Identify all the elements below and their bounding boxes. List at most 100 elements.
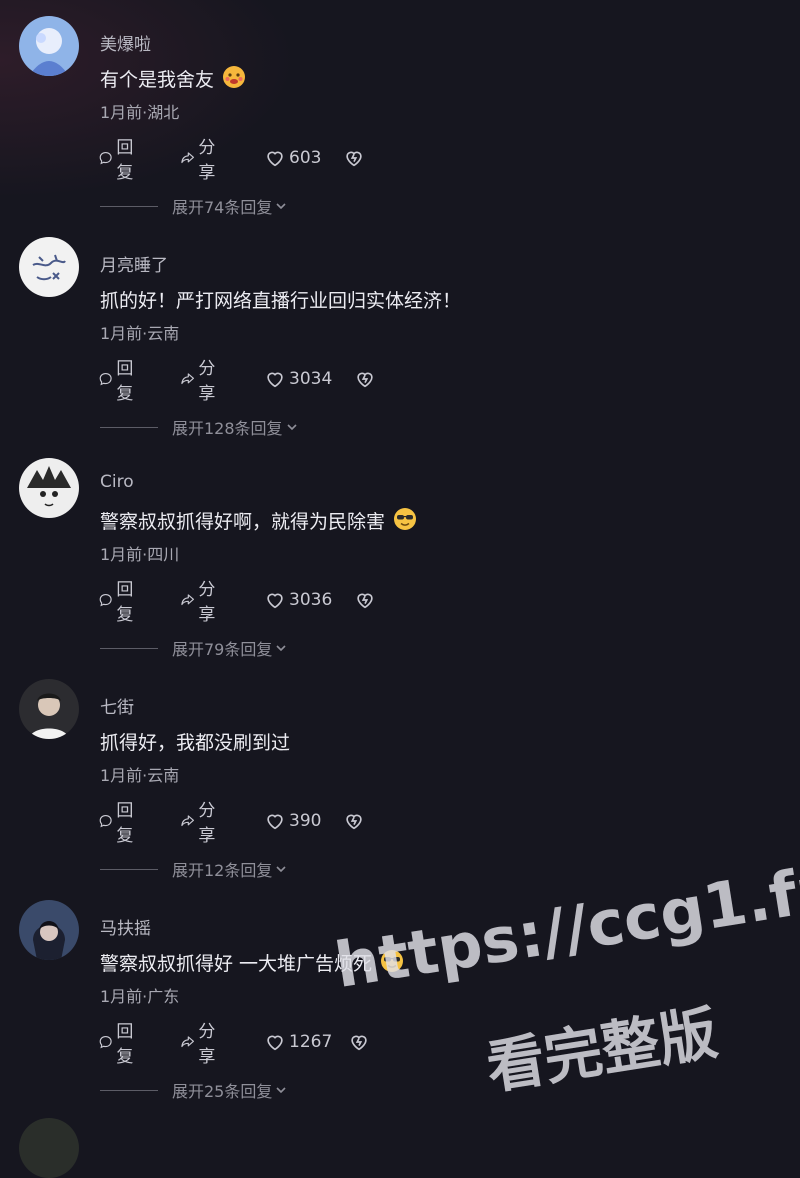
chevron-down-icon bbox=[276, 203, 286, 210]
expand-replies-label: 展开25条回复 bbox=[172, 1082, 273, 1101]
chevron-down-icon bbox=[276, 1087, 286, 1094]
like-count: 390 bbox=[289, 811, 322, 831]
heart-icon bbox=[267, 593, 283, 609]
heart-icon bbox=[267, 814, 283, 830]
avatar[interactable] bbox=[19, 458, 79, 518]
expand-replies-button[interactable]: 展开128条回复 bbox=[100, 415, 299, 439]
share-label: 分享 bbox=[198, 359, 216, 404]
expand-replies-label: 展开12条回复 bbox=[172, 861, 273, 880]
comment-meta: 1月前·广东 bbox=[100, 987, 180, 1006]
broken-heart-icon bbox=[346, 814, 362, 830]
share-arrow-icon bbox=[181, 373, 194, 385]
reply-label: 回复 bbox=[116, 580, 134, 625]
chevron-down-icon bbox=[276, 866, 286, 873]
comment-meta: 1月前·湖北 bbox=[100, 103, 180, 122]
share-arrow-icon bbox=[181, 815, 194, 827]
divider-line bbox=[100, 205, 158, 207]
like-count: 1267 bbox=[289, 1032, 333, 1052]
like-count: 603 bbox=[289, 148, 322, 168]
comment-item: 月亮睡了 抓的好！严打网络直播行业回归实体经济！ 1月前·云南 回复 分享 30… bbox=[0, 221, 800, 442]
avatar[interactable] bbox=[19, 679, 79, 739]
reply-label: 回复 bbox=[116, 1022, 134, 1067]
reply-button[interactable]: 回复 bbox=[98, 580, 140, 625]
reply-button[interactable]: 回复 bbox=[98, 1022, 140, 1067]
username[interactable]: 美爆啦 bbox=[100, 30, 151, 55]
like-count: 3036 bbox=[289, 590, 333, 610]
expand-replies-button[interactable]: 展开74条回复 bbox=[100, 194, 288, 218]
divider-line bbox=[100, 426, 158, 428]
share-label: 分享 bbox=[198, 1022, 216, 1067]
like-button[interactable]: 3036 bbox=[264, 588, 332, 612]
share-button[interactable]: 分享 bbox=[180, 801, 222, 846]
dislike-button[interactable] bbox=[343, 809, 368, 833]
expand-replies-button[interactable]: 展开79条回复 bbox=[100, 636, 288, 660]
reply-label: 回复 bbox=[116, 801, 134, 846]
comment-text: 警察叔叔抓得好啊，就得为民除害 bbox=[100, 507, 417, 536]
heart-icon bbox=[267, 372, 283, 388]
expand-replies-button[interactable]: 展开25条回复 bbox=[100, 1078, 288, 1102]
reply-label: 回复 bbox=[116, 138, 134, 183]
share-button[interactable]: 分享 bbox=[180, 138, 222, 183]
comment-item: 美爆啦 有个是我舍友 1月前·湖北 回复 分享 603 展开74条回复 bbox=[0, 0, 800, 221]
reply-button[interactable]: 回复 bbox=[98, 801, 140, 846]
like-button[interactable]: 3034 bbox=[264, 367, 332, 391]
divider-line bbox=[100, 868, 158, 870]
share-arrow-icon bbox=[181, 1036, 194, 1048]
share-arrow-icon bbox=[181, 152, 194, 164]
comment-text-content: 警察叔叔抓得好 一大堆广告烦死 bbox=[100, 953, 373, 975]
expand-replies-label: 展开74条回复 bbox=[172, 198, 273, 217]
sunglasses-emoji bbox=[393, 507, 417, 536]
reply-label: 回复 bbox=[116, 359, 134, 404]
comment-item: 马扶摇 警察叔叔抓得好 一大堆广告烦死 1月前·广东 回复 分享 1267 展开… bbox=[0, 884, 800, 1105]
sunglasses-emoji bbox=[380, 949, 404, 978]
avatar[interactable] bbox=[19, 237, 79, 297]
share-label: 分享 bbox=[198, 138, 216, 183]
broken-heart-icon bbox=[357, 372, 373, 388]
comment-text: 抓得好，我都没刷到过 bbox=[100, 728, 290, 755]
dislike-button[interactable] bbox=[354, 367, 379, 391]
comment-text: 有个是我舍友 bbox=[100, 65, 246, 94]
username[interactable]: 马扶摇 bbox=[100, 914, 151, 939]
share-button[interactable]: 分享 bbox=[180, 580, 222, 625]
chevron-down-icon bbox=[286, 424, 297, 431]
share-button[interactable]: 分享 bbox=[180, 359, 222, 404]
comment-item: Ciro 警察叔叔抓得好啊，就得为民除害 1月前·四川 回复 分享 3036 展… bbox=[0, 442, 800, 663]
reply-button[interactable]: 回复 bbox=[98, 138, 140, 183]
like-button[interactable]: 603 bbox=[264, 146, 321, 170]
expand-replies-button[interactable]: 展开12条回复 bbox=[100, 857, 288, 881]
broken-heart-icon bbox=[346, 151, 362, 167]
divider-line bbox=[100, 1089, 158, 1091]
dislike-button[interactable] bbox=[354, 588, 379, 612]
comment-bubble-icon bbox=[99, 372, 112, 386]
expand-replies-label: 展开128条回复 bbox=[172, 419, 283, 438]
share-button[interactable]: 分享 bbox=[180, 1022, 222, 1067]
username[interactable]: Ciro bbox=[100, 472, 134, 492]
comment-text: 抓的好！严打网络直播行业回归实体经济！ bbox=[100, 286, 461, 313]
comment-bubble-icon bbox=[99, 814, 112, 828]
share-label: 分享 bbox=[198, 580, 216, 625]
comment-item: 七街 抓得好，我都没刷到过 1月前·云南 回复 分享 390 展开12条回复 bbox=[0, 663, 800, 884]
comment-text-content: 抓得好，我都没刷到过 bbox=[100, 732, 291, 754]
comment-text-content: 有个是我舍友 bbox=[100, 69, 215, 91]
avatar[interactable] bbox=[19, 1118, 79, 1178]
like-button[interactable]: 390 bbox=[264, 809, 321, 833]
divider-line bbox=[100, 647, 158, 649]
reply-button[interactable]: 回复 bbox=[98, 359, 140, 404]
username[interactable]: 月亮睡了 bbox=[100, 251, 168, 276]
comment-meta: 1月前·云南 bbox=[100, 766, 180, 785]
comment-meta: 1月前·四川 bbox=[100, 545, 180, 564]
dislike-button[interactable] bbox=[348, 1030, 373, 1054]
comment-bubble-icon bbox=[99, 1035, 112, 1049]
heart-icon bbox=[267, 1035, 283, 1051]
avatar[interactable] bbox=[19, 16, 79, 76]
avatar[interactable] bbox=[19, 900, 79, 960]
username[interactable]: 七街 bbox=[100, 693, 134, 718]
comment-meta: 1月前·云南 bbox=[100, 324, 180, 343]
dislike-button[interactable] bbox=[343, 146, 368, 170]
expand-replies-label: 展开79条回复 bbox=[172, 640, 273, 659]
share-label: 分享 bbox=[198, 801, 216, 846]
like-count: 3034 bbox=[289, 369, 333, 389]
comment-text: 警察叔叔抓得好 一大堆广告烦死 bbox=[100, 949, 404, 978]
like-button[interactable]: 1267 bbox=[264, 1030, 332, 1054]
share-arrow-icon bbox=[181, 594, 194, 606]
